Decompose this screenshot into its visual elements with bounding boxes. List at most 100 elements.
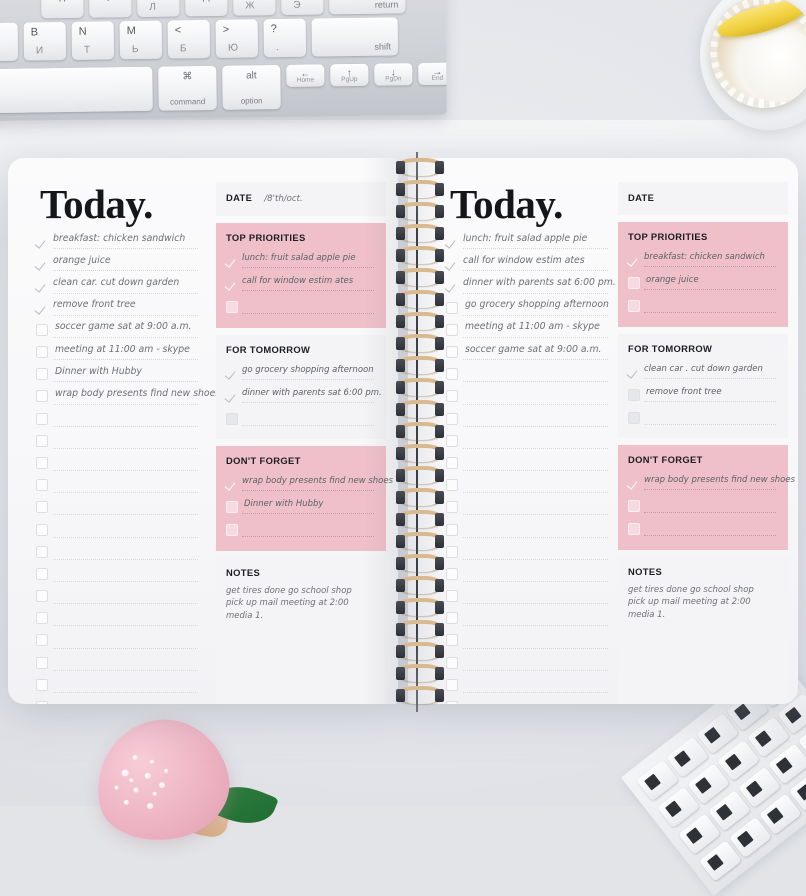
task-row-empty[interactable] bbox=[36, 607, 204, 629]
key-'[interactable]: 'Э bbox=[281, 0, 324, 15]
top-priorities-item[interactable]: breakfast: chicken sandwich bbox=[628, 248, 778, 271]
for-tomorrow-item[interactable] bbox=[226, 407, 376, 430]
checkbox[interactable] bbox=[446, 302, 458, 314]
checkbox[interactable] bbox=[446, 501, 458, 513]
task-row-empty[interactable] bbox=[36, 408, 204, 430]
side-panel-right[interactable]: DATETOP PRIORITIESbreakfast: chicken san… bbox=[618, 182, 788, 704]
task-row-empty[interactable] bbox=[446, 430, 614, 452]
task-row-empty[interactable] bbox=[446, 541, 614, 563]
key-д[interactable]: Д bbox=[185, 0, 228, 16]
dont-forget-block[interactable]: DON'T FORGETwrap body presents find new … bbox=[216, 446, 386, 551]
check-mark-icon[interactable] bbox=[628, 365, 641, 378]
checkbox[interactable] bbox=[36, 479, 48, 491]
task-row-empty[interactable] bbox=[446, 496, 614, 518]
checkbox[interactable] bbox=[36, 634, 48, 646]
task-row-empty[interactable] bbox=[446, 385, 614, 407]
task-row[interactable]: Dinner with Hubby bbox=[36, 363, 204, 385]
task-row[interactable]: clean car. cut down garden bbox=[36, 274, 204, 296]
checkbox[interactable] bbox=[446, 413, 458, 425]
checkbox[interactable] bbox=[36, 612, 48, 624]
checkbox[interactable] bbox=[36, 679, 48, 691]
key-m[interactable]: MЬ bbox=[120, 21, 163, 60]
for-tomorrow-item[interactable]: dinner with parents sat 6:00 pm. bbox=[226, 384, 376, 407]
apple-magic-keyboard[interactable]: ПРOЛД;Ж'ЭreturnVМBИNТMЬ<Б>Ю?.shift⌘comma… bbox=[0, 0, 447, 121]
for-tomorrow-item[interactable]: clean car . cut down garden bbox=[628, 360, 778, 383]
dont-forget-item[interactable]: Dinner with Hubby bbox=[226, 495, 376, 518]
check-mark-icon[interactable] bbox=[446, 235, 459, 248]
checkbox[interactable] bbox=[628, 523, 640, 535]
checkbox[interactable] bbox=[36, 524, 48, 536]
dont-forget-item[interactable] bbox=[628, 517, 778, 540]
dont-forget-item[interactable] bbox=[226, 518, 376, 541]
key-end[interactable]: →End bbox=[418, 63, 447, 86]
for-tomorrow-block[interactable]: FOR TOMORROWclean car . cut down gardenr… bbox=[618, 334, 788, 438]
task-list-right[interactable]: lunch: fruit salad apple piecall for win… bbox=[446, 230, 614, 704]
key-pgdn[interactable]: ↓PgDn bbox=[374, 63, 412, 86]
checkbox[interactable] bbox=[446, 324, 458, 336]
task-row-empty[interactable] bbox=[446, 674, 614, 696]
checkbox[interactable] bbox=[446, 390, 458, 402]
checkbox[interactable] bbox=[628, 412, 640, 424]
checkbox[interactable] bbox=[226, 501, 238, 513]
task-row-empty[interactable] bbox=[446, 408, 614, 430]
check-mark-icon[interactable] bbox=[226, 366, 239, 379]
task-row-empty[interactable] bbox=[446, 363, 614, 385]
key-n[interactable]: NТ bbox=[72, 21, 115, 60]
task-row-empty[interactable] bbox=[446, 585, 614, 607]
checkbox[interactable] bbox=[628, 389, 640, 401]
checkbox[interactable] bbox=[36, 413, 48, 425]
for-tomorrow-block[interactable]: FOR TOMORROWgo grocery shopping afternoo… bbox=[216, 335, 386, 439]
notes-text[interactable]: get tires done go school shoppick up mai… bbox=[226, 585, 376, 622]
key-п[interactable]: П bbox=[41, 0, 84, 18]
task-row-empty[interactable] bbox=[36, 452, 204, 474]
checkbox[interactable] bbox=[36, 390, 48, 402]
key-<[interactable]: <Б bbox=[168, 20, 211, 59]
key-command[interactable]: ⌘command bbox=[158, 66, 217, 111]
check-mark-icon[interactable] bbox=[226, 254, 239, 267]
task-row-empty[interactable] bbox=[36, 474, 204, 496]
checkbox[interactable] bbox=[36, 590, 48, 602]
top-priorities-item[interactable] bbox=[226, 295, 376, 318]
checkbox[interactable] bbox=[36, 568, 48, 580]
checkbox[interactable] bbox=[36, 701, 48, 704]
checkbox[interactable] bbox=[446, 435, 458, 447]
task-row[interactable]: call for window estim ates bbox=[446, 252, 614, 274]
task-row[interactable]: meeting at 11:00 am - skype bbox=[36, 341, 204, 363]
checkbox[interactable] bbox=[446, 679, 458, 691]
side-panel-left[interactable]: DATE/8'th/oct.TOP PRIORITIESlunch: fruit… bbox=[216, 182, 386, 704]
task-row-empty[interactable] bbox=[446, 696, 614, 704]
for-tomorrow-item[interactable]: remove front tree bbox=[628, 383, 778, 406]
task-row-empty[interactable] bbox=[36, 563, 204, 585]
task-row-empty[interactable] bbox=[36, 541, 204, 563]
top-priorities-item[interactable]: orange juice bbox=[628, 271, 778, 294]
task-row[interactable]: meeting at 11:00 am - skype bbox=[446, 319, 614, 341]
checkbox[interactable] bbox=[628, 300, 640, 312]
check-mark-icon[interactable] bbox=[36, 235, 49, 248]
task-row-empty[interactable] bbox=[446, 452, 614, 474]
task-row-empty[interactable] bbox=[36, 652, 204, 674]
checkbox[interactable] bbox=[36, 346, 48, 358]
task-list-left[interactable]: breakfast: chicken sandwichorange juicec… bbox=[36, 230, 204, 704]
key-home[interactable]: ←Home bbox=[286, 64, 324, 87]
task-row[interactable]: orange juice bbox=[36, 252, 204, 274]
key-pgup[interactable]: ↑PgUp bbox=[330, 64, 368, 87]
checkbox[interactable] bbox=[628, 277, 640, 289]
task-row[interactable]: go grocery shopping afternoon bbox=[446, 297, 614, 319]
key-v[interactable]: VМ bbox=[0, 23, 18, 62]
top-priorities-item[interactable]: call for window estim ates bbox=[226, 272, 376, 295]
task-row-empty[interactable] bbox=[36, 430, 204, 452]
checkbox[interactable] bbox=[226, 524, 238, 536]
date-block[interactable]: DATE bbox=[618, 182, 788, 215]
checkbox[interactable] bbox=[36, 324, 48, 336]
task-row[interactable]: remove front tree bbox=[36, 297, 204, 319]
checkbox[interactable] bbox=[36, 457, 48, 469]
dont-forget-item[interactable]: wrap body presents find new shoes bbox=[628, 471, 778, 494]
task-row-empty[interactable] bbox=[446, 607, 614, 629]
task-row-empty[interactable] bbox=[36, 696, 204, 704]
task-row[interactable]: breakfast: chicken sandwich bbox=[36, 230, 204, 252]
checkbox[interactable] bbox=[628, 500, 640, 512]
top-priorities-block[interactable]: TOP PRIORITIESlunch: fruit salad apple p… bbox=[216, 223, 386, 328]
task-row-empty[interactable] bbox=[446, 563, 614, 585]
checkbox[interactable] bbox=[446, 590, 458, 602]
checkbox[interactable] bbox=[446, 657, 458, 669]
